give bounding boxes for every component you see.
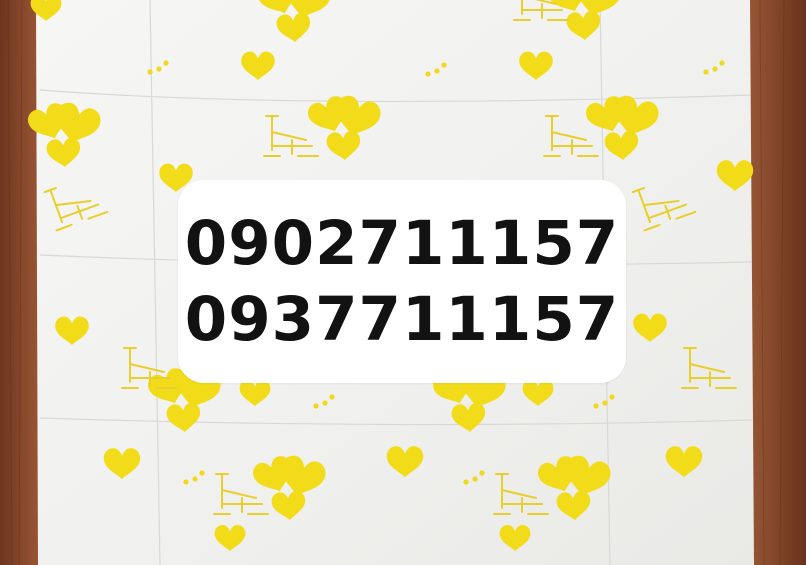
phone-number-secondary: 0937711157 (184, 283, 620, 355)
phone-number-primary: 0902711157 (184, 207, 620, 279)
phone-number-card: 0902711157 0937711157 (178, 180, 626, 383)
